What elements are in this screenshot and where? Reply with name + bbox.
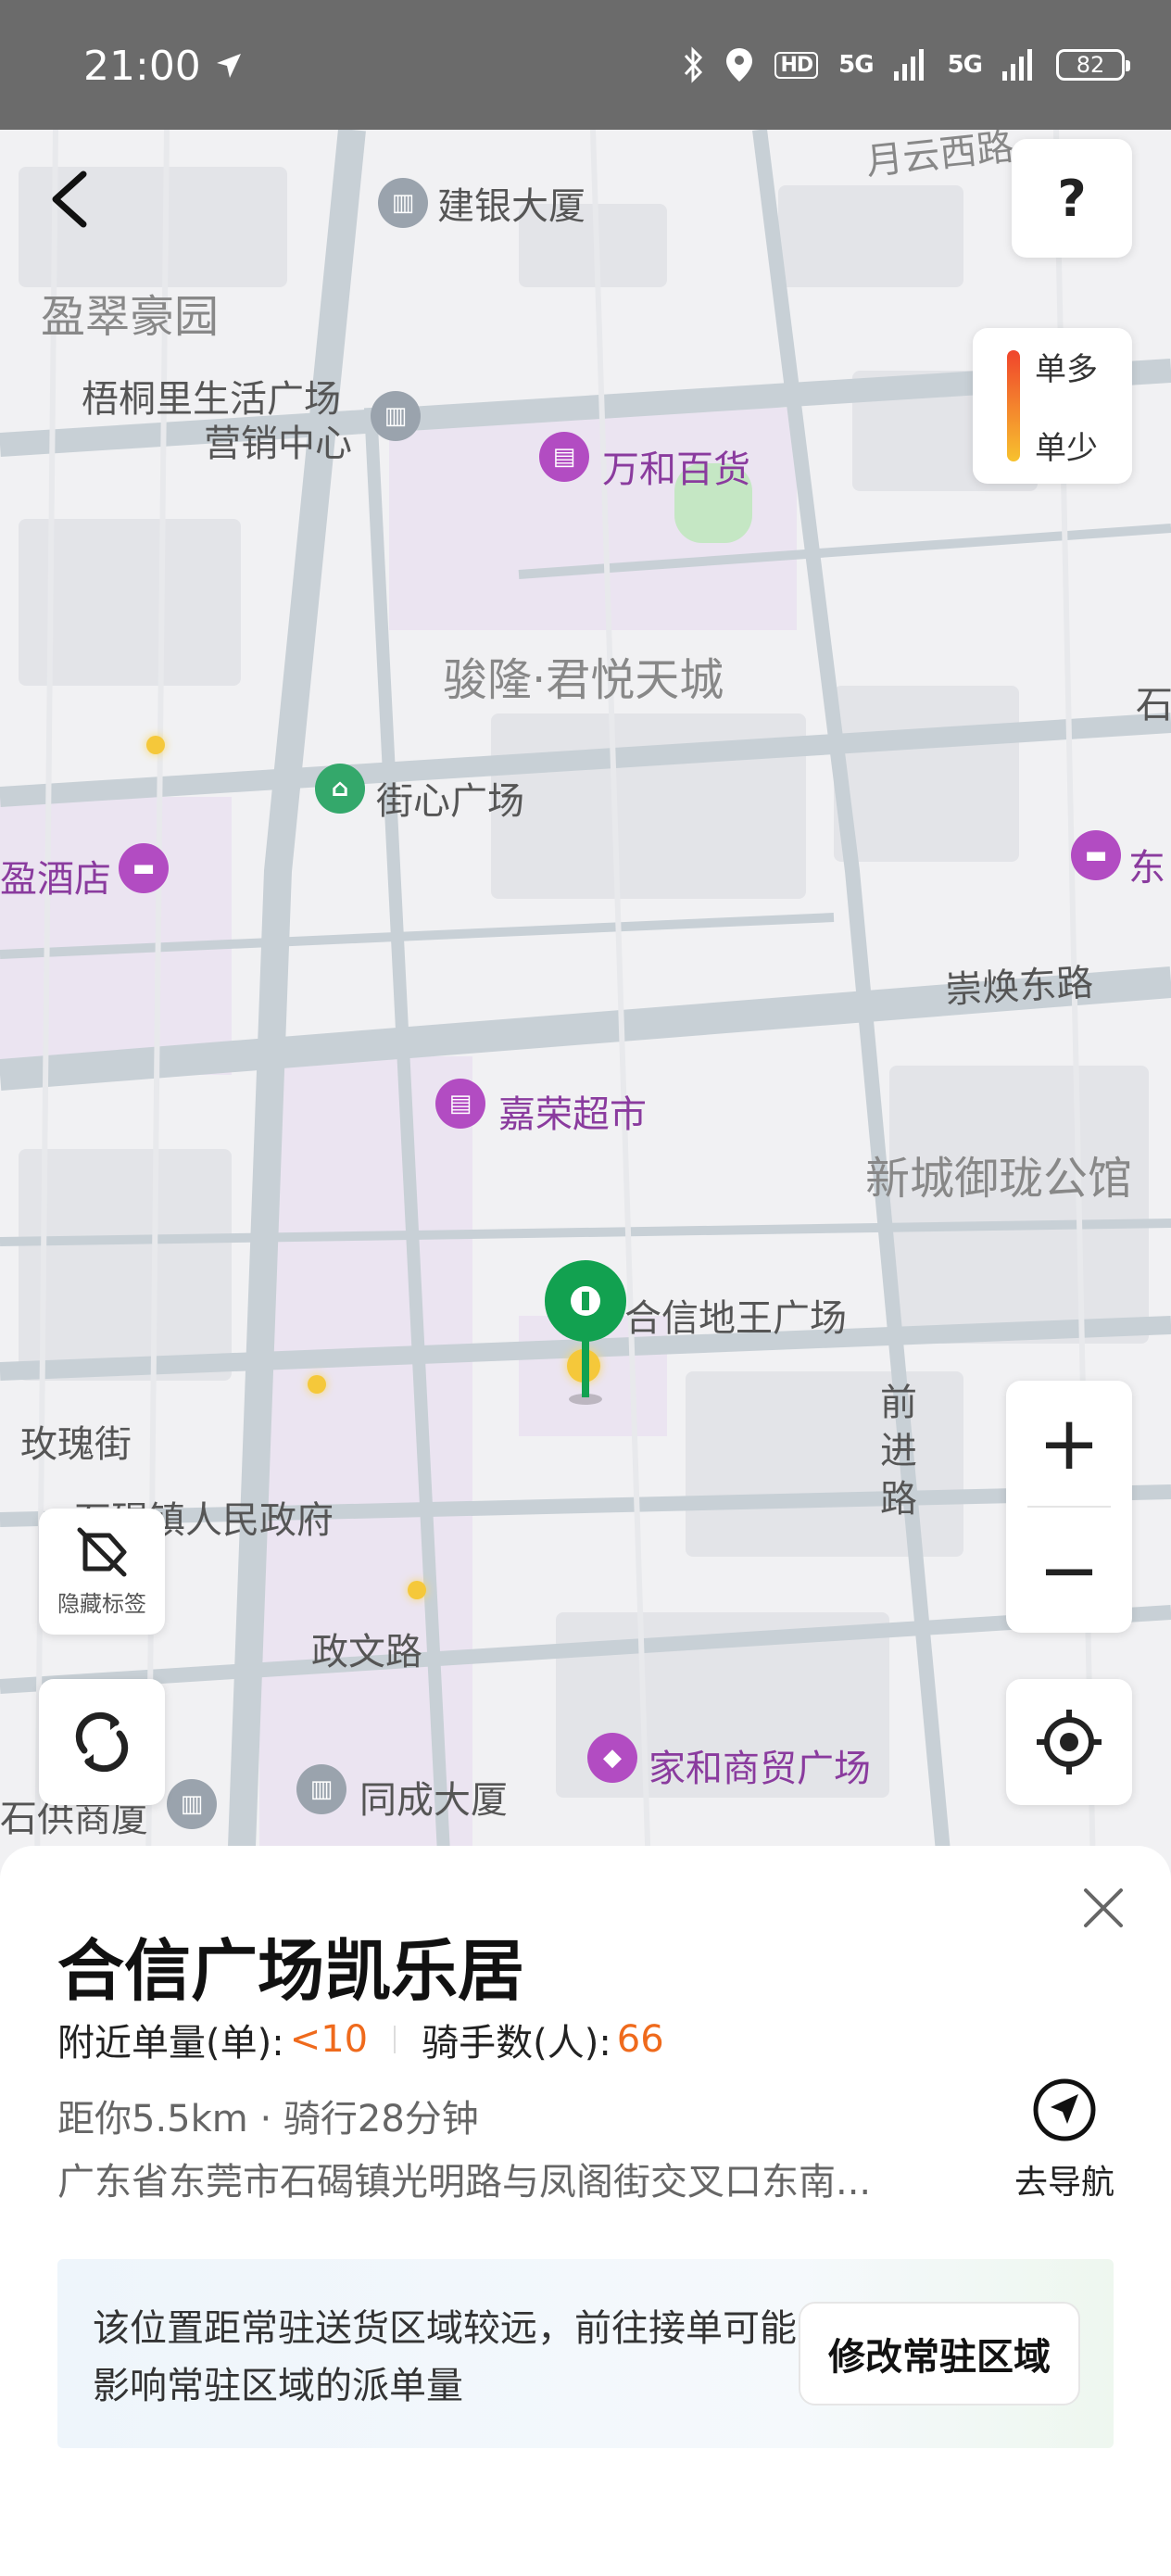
heat-dot	[146, 736, 165, 754]
map-label-shi: 石	[1136, 684, 1171, 726]
hotel-pin-icon-right: ▬	[1071, 830, 1121, 880]
modify-area-button[interactable]: 修改常驻区域	[799, 2302, 1080, 2406]
locate-me-button[interactable]	[1006, 1679, 1132, 1805]
help-button[interactable]: ?	[1012, 139, 1132, 258]
status-time: 21:00	[83, 43, 201, 90]
status-bar: 21:00 HD 5G 5G 82	[0, 0, 1171, 130]
signal-bars-2-icon	[1002, 49, 1032, 81]
zoom-controls: + −	[1006, 1381, 1132, 1633]
riders-value: 66	[616, 2018, 664, 2061]
map-label-jiarong: 嘉荣超市	[498, 1093, 647, 1136]
map-label-zhengwen: 政文路	[311, 1631, 422, 1673]
legend-high-label: 单多	[1035, 351, 1098, 388]
mall-pin-icon: ◆	[587, 1733, 637, 1783]
map-label-wanhe: 万和百货	[602, 448, 750, 491]
plaza-pin-icon: ⌂	[315, 764, 365, 814]
supermarket-pin-icon: ▤	[435, 1079, 485, 1129]
hide-labels-text: 隐藏标签	[57, 1590, 146, 1617]
zoom-out-button[interactable]: −	[1006, 1508, 1132, 1633]
map-label-jiexin: 街心广场	[376, 780, 524, 823]
status-icons: HD 5G 5G 82	[682, 46, 1130, 83]
map-label-meigui: 玫瑰街	[20, 1423, 132, 1466]
heat-dot	[308, 1375, 326, 1394]
hd-badge: HD	[774, 51, 819, 79]
location-title: 合信广场凯乐居	[57, 1932, 525, 2010]
distance-text: 距你5.5km · 骑行28分钟	[57, 2098, 479, 2140]
selected-location-pin-icon[interactable]	[541, 1260, 630, 1408]
legend-gradient-bar	[1007, 350, 1020, 461]
map-label-hexin: 合信地王广场	[624, 1297, 847, 1340]
map-label-jianyin: 建银大厦	[437, 185, 586, 228]
map-label-xincheng: 新城御珑公馆	[865, 1153, 1133, 1205]
location-icon	[726, 48, 753, 82]
navigate-button[interactable]: 去导航	[1006, 2077, 1123, 2203]
crosshair-icon	[1037, 1710, 1102, 1774]
address-text: 广东省东莞市石碣镇光明路与凤阁街交叉口东南...	[57, 2161, 872, 2203]
close-icon[interactable]	[1078, 1883, 1128, 1933]
map-label-chonghuan: 崇焕东路	[944, 961, 1095, 1013]
refresh-button[interactable]	[39, 1679, 165, 1805]
building-pin-icon: ▥	[371, 391, 421, 441]
navigate-label: 去导航	[1014, 2164, 1114, 2202]
signal-5g-2: 5G	[947, 51, 983, 79]
back-button[interactable]	[43, 167, 98, 232]
notice-banner: 该位置距常驻送货区域较远，前往接单可能影响常驻区域的派单量 修改常驻区域	[57, 2259, 1114, 2448]
riders-label: 骑手数(人):	[422, 2022, 611, 2065]
heat-dot	[408, 1581, 426, 1599]
map-label-hotel: 盈酒店	[0, 858, 111, 901]
battery-indicator: 82	[1056, 49, 1130, 81]
map-label-junlong: 骏隆·君悦天城	[443, 654, 724, 706]
stats-divider	[394, 2026, 397, 2053]
hotel-pin-icon: ▬	[119, 843, 169, 893]
map-label-wutong-2: 营销中心	[204, 423, 352, 465]
navigation-arrow-icon	[1033, 2078, 1096, 2141]
map-label-dong: 东	[1128, 847, 1165, 890]
map-label-qianjin: 前进路	[880, 1382, 917, 1521]
orders-label: 附近单量(单):	[57, 2022, 284, 2065]
building-pin-icon: ▥	[378, 178, 428, 228]
heat-legend: 单多 单少	[973, 328, 1132, 484]
map-label-tongcheng: 同成大厦	[359, 1779, 508, 1822]
legend-low-label: 单少	[1035, 430, 1098, 467]
stats-row: 附近单量(单): <10 骑手数(人): 66	[57, 2013, 664, 2066]
building-pin-icon: ▥	[167, 1779, 217, 1829]
map-view[interactable]: ▥ 建银大厦 盈翠豪园 梧桐里生活广场 营销中心 ▥ ▤ 万和百货 骏隆·君悦天…	[0, 130, 1171, 1872]
location-arrow-icon	[217, 54, 241, 78]
notice-message: 该位置距常驻送货区域较远，前往接单可能影响常驻区域的派单量	[93, 2307, 797, 2407]
map-label-jiahe: 家和商贸广场	[648, 1748, 871, 1790]
zoom-in-button[interactable]: +	[1006, 1381, 1132, 1506]
map-label-yingcui: 盈翠豪园	[41, 291, 220, 343]
signal-5g-1: 5G	[838, 51, 874, 79]
hide-label-icon	[77, 1527, 127, 1576]
orders-value: <10	[289, 2018, 369, 2061]
location-detail-sheet: 合信广场凯乐居 附近单量(单): <10 骑手数(人): 66 距你5.5km …	[0, 1846, 1171, 2576]
refresh-icon	[75, 1711, 129, 1773]
bluetooth-icon	[685, 46, 703, 83]
building-pin-icon: ▥	[296, 1764, 346, 1814]
signal-bars-icon	[893, 49, 924, 81]
store-pin-icon: ▤	[539, 432, 589, 482]
hide-labels-button[interactable]: 隐藏标签	[39, 1509, 165, 1635]
